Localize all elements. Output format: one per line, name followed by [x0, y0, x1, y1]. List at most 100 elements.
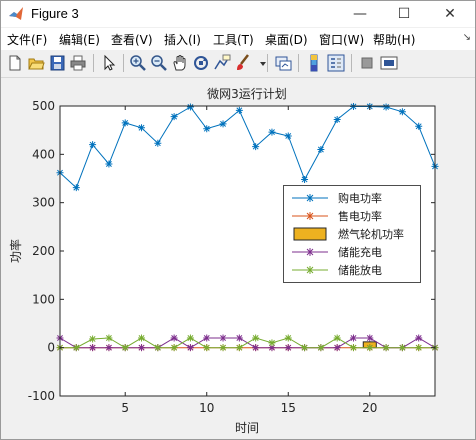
chart-legend[interactable]: 购电功率 售电功率 燃气轮机功率 储能充电 储能放电	[283, 185, 421, 283]
y-tick-label: 300	[32, 196, 55, 210]
point-charge	[415, 334, 423, 342]
x-axis-label: 时间	[235, 421, 259, 435]
toolbar-separator	[93, 54, 94, 72]
menu-window[interactable]: 窗口(W)	[319, 31, 364, 48]
brush-icon[interactable]	[233, 53, 253, 73]
point-buy	[398, 108, 406, 116]
point-discharge	[349, 344, 357, 352]
menu-file[interactable]: 文件(F)	[7, 31, 47, 48]
point-discharge	[121, 344, 129, 352]
point-charge	[170, 334, 178, 342]
insert-colorbar-icon[interactable]	[304, 53, 324, 73]
point-buy	[89, 141, 97, 149]
data-cursor-icon[interactable]	[212, 53, 232, 73]
point-buy	[284, 132, 292, 140]
menu-view[interactable]: 查看(V)	[111, 31, 153, 48]
point-buy	[382, 103, 390, 111]
point-discharge	[138, 334, 146, 342]
legend-label: 购电功率	[338, 192, 382, 205]
brush-dropdown-icon[interactable]	[253, 53, 266, 73]
toolbar-separator	[298, 54, 299, 72]
y-tick-label: 400	[32, 147, 55, 161]
show-plot-tools-icon[interactable]	[379, 53, 399, 73]
figure-window: Figure 3 — ☐ ✕ 文件(F) 编辑(E) 查看(V) 插入(I) 工…	[0, 0, 476, 440]
menu-help[interactable]: 帮助(H)	[373, 31, 415, 48]
point-discharge	[219, 344, 227, 352]
title-bar[interactable]: Figure 3 — ☐ ✕	[1, 1, 475, 27]
toolbar-separator	[123, 54, 124, 72]
menu-edit[interactable]: 编辑(E)	[59, 31, 100, 48]
point-charge	[203, 334, 211, 342]
point-discharge	[186, 334, 194, 342]
link-plot-icon[interactable]	[273, 53, 293, 73]
legend-line-star-icon	[292, 266, 328, 274]
zoom-in-icon[interactable]	[128, 53, 148, 73]
point-buy	[219, 120, 227, 128]
point-charge	[138, 344, 146, 352]
point-discharge	[317, 344, 325, 352]
chart-title: 微网3运行计划	[207, 87, 287, 101]
point-buy	[203, 125, 211, 133]
point-discharge	[301, 344, 309, 352]
print-icon[interactable]	[68, 53, 88, 73]
point-buy	[415, 122, 423, 130]
point-charge	[235, 334, 243, 342]
point-discharge	[284, 334, 292, 342]
dock-arrow-icon[interactable]: ↘	[463, 32, 471, 43]
point-buy	[333, 116, 341, 124]
point-discharge	[333, 334, 341, 342]
y-tick-label: 200	[32, 244, 55, 258]
point-discharge	[203, 344, 211, 352]
point-buy	[252, 143, 260, 151]
point-discharge	[89, 335, 97, 343]
point-buy	[170, 113, 178, 121]
point-buy	[105, 160, 113, 168]
legend-line-star-icon	[292, 248, 328, 256]
x-tick-label: 15	[281, 401, 296, 415]
pointer-icon[interactable]	[99, 53, 119, 73]
point-buy	[154, 139, 162, 147]
point-buy	[121, 119, 129, 127]
minimize-button[interactable]: —	[343, 1, 377, 27]
open-file-icon[interactable]	[26, 53, 46, 73]
point-charge	[105, 344, 113, 352]
point-charge	[284, 344, 292, 352]
toolbar-separator	[267, 54, 268, 72]
save-icon[interactable]	[47, 53, 67, 73]
point-discharge	[415, 344, 423, 352]
point-buy	[72, 184, 80, 192]
point-discharge	[366, 344, 374, 352]
new-figure-icon[interactable]	[5, 53, 25, 73]
point-charge	[349, 334, 357, 342]
point-discharge	[268, 339, 276, 347]
point-buy	[186, 103, 194, 111]
hide-plot-tools-icon[interactable]	[357, 53, 377, 73]
point-charge	[186, 344, 194, 352]
figure-canvas: -100 0 100 200 300 400 500 5 10 15 20 微网3运行计划 时间 功…	[1, 78, 475, 439]
legend-item-buy: 购电功率	[284, 189, 420, 207]
maximize-button[interactable]: ☐	[387, 1, 421, 27]
insert-legend-icon[interactable]	[326, 53, 346, 73]
y-axis-label: 功率	[8, 239, 23, 263]
point-charge	[366, 334, 374, 342]
legend-item-charge: 储能充电	[284, 243, 420, 261]
pan-hand-icon[interactable]	[170, 53, 190, 73]
toolbar-separator	[351, 54, 352, 72]
legend-bar-swatch-icon	[293, 227, 327, 241]
point-discharge	[398, 344, 406, 352]
menu-tools[interactable]: 工具(T)	[213, 31, 254, 48]
legend-line-star-icon	[292, 212, 328, 220]
x-tick-label: 5	[121, 401, 129, 415]
menu-insert[interactable]: 插入(I)	[164, 31, 201, 48]
close-button[interactable]: ✕	[433, 1, 467, 27]
zoom-out-icon[interactable]	[149, 53, 169, 73]
point-charge	[89, 344, 97, 352]
y-tick-label: 100	[32, 292, 55, 306]
menu-desktop[interactable]: 桌面(D)	[265, 31, 308, 48]
legend-item-sell: 售电功率	[284, 207, 420, 225]
legend-line-star-icon	[292, 194, 328, 202]
point-buy	[317, 146, 325, 153]
x-tick-label: 20	[362, 401, 377, 415]
rotate-3d-icon[interactable]	[191, 53, 211, 73]
y-tick-label: 0	[47, 341, 55, 355]
